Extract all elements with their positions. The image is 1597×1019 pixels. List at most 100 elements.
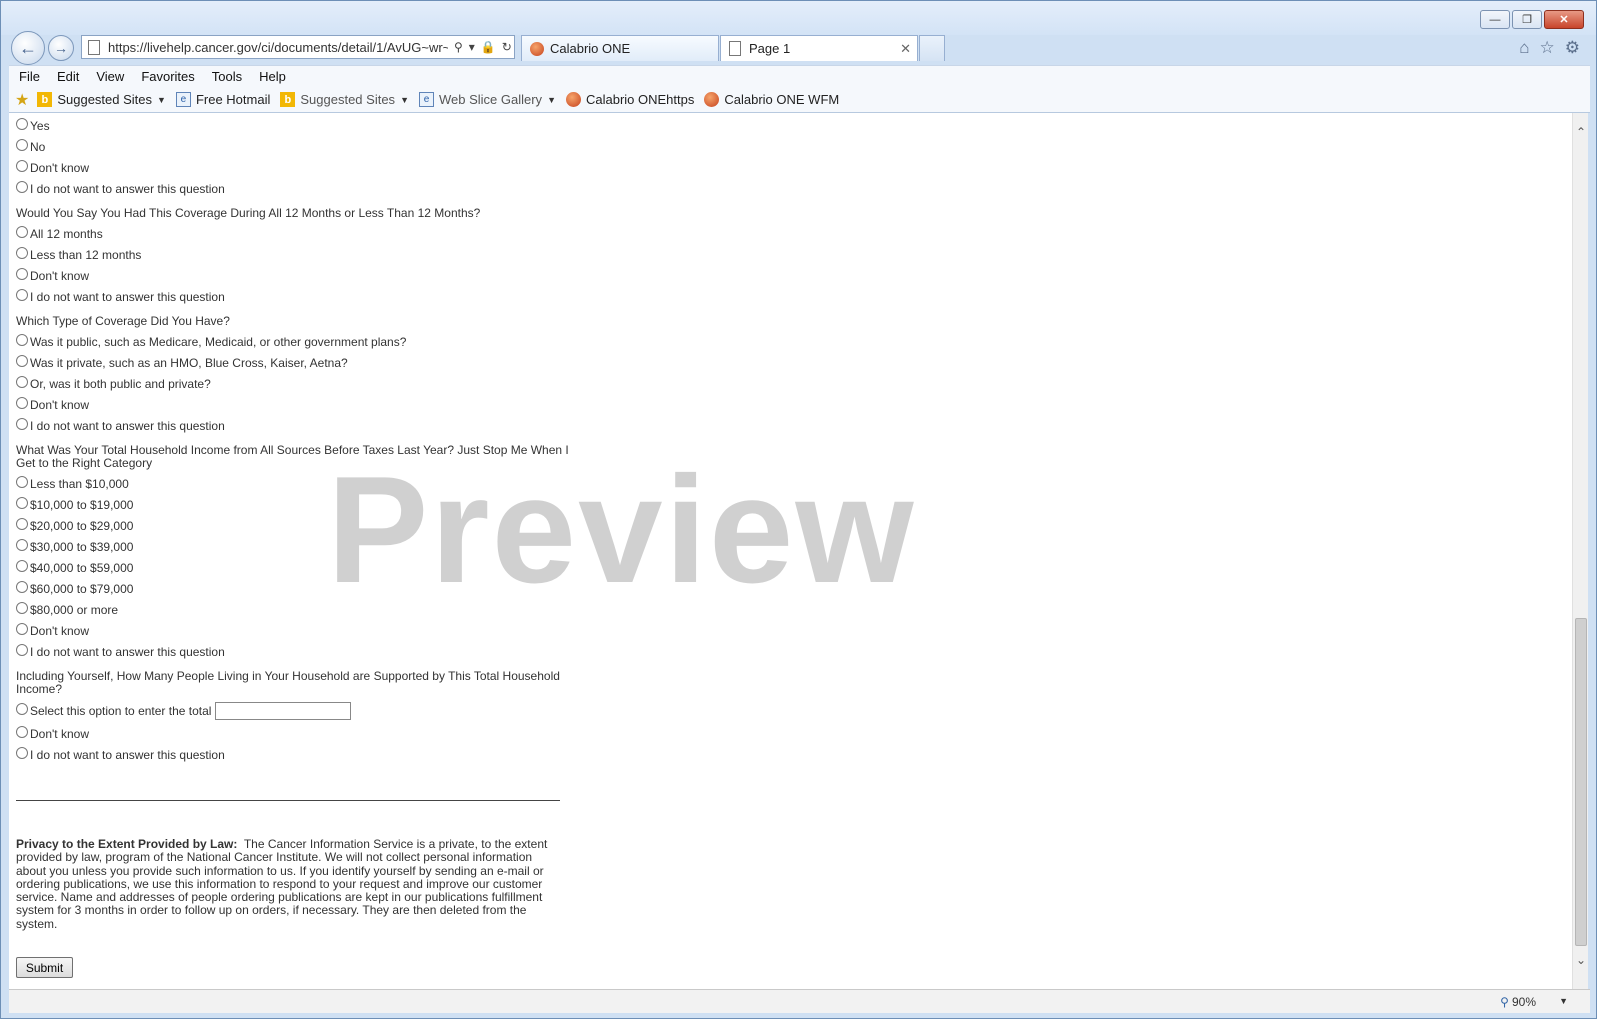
maximize-button[interactable]: ❐ [1512,10,1542,29]
option-row[interactable]: I do not want to answer this question [16,286,576,307]
zoom-control[interactable]: ⚲ 90% [1500,995,1536,1009]
radio-button[interactable] [16,180,28,193]
option-row[interactable]: Was it public, such as Medicare, Medicai… [16,331,576,352]
browser-tools: ⌂ ☆ ⚙ [1519,38,1580,58]
tab-calabrio-one[interactable]: Calabrio ONE [521,35,719,61]
radio-button[interactable] [16,417,28,430]
option-label: Was it public, such as Medicare, Medicai… [30,334,407,349]
add-favorite-star-icon[interactable]: ★ [15,90,29,110]
option-row[interactable]: $20,000 to $29,000 [16,515,576,536]
scroll-down-icon[interactable]: ⌄ [1573,951,1589,969]
option-row[interactable]: Select this option to enter the total [16,699,576,723]
option-row[interactable]: Don't know [16,394,576,415]
fav-suggested-sites[interactable]: b Suggested Sites ▼ [37,92,166,107]
question-label: Including Yourself, How Many People Livi… [16,669,560,696]
radio-button[interactable] [16,496,28,509]
submit-button[interactable]: Submit [16,957,73,979]
option-row[interactable]: $80,000 or more [16,599,576,620]
option-label: Don't know [30,623,89,638]
option-row[interactable]: Or, was it both public and private? [16,373,576,394]
radio-button[interactable] [16,138,28,151]
minimize-button[interactable]: — [1480,10,1510,29]
fav-calabrio-one-https[interactable]: Calabrio ONEhttps [565,92,694,107]
radio-button[interactable] [16,159,28,172]
scrollbar-thumb[interactable] [1575,618,1587,946]
lock-icon[interactable]: 🔒 [481,40,496,54]
privacy-text: The Cancer Information Service is a priv… [16,837,548,931]
option-row[interactable]: Yes [16,115,576,136]
favorites-star-icon[interactable]: ☆ [1540,38,1555,58]
option-row[interactable]: Was it private, such as an HMO, Blue Cro… [16,352,576,373]
radio-button[interactable] [16,246,28,259]
radio-button[interactable] [16,746,28,759]
gear-icon[interactable]: ⚙ [1565,38,1580,58]
radio-button[interactable] [16,703,28,715]
option-row[interactable]: Less than 12 months [16,244,576,265]
option-row[interactable]: $40,000 to $59,000 [16,557,576,578]
menu-file[interactable]: File [19,69,40,84]
fav-label: Suggested Sites [300,92,396,107]
new-tab-button[interactable] [919,35,945,61]
option-row[interactable]: I do not want to answer this question [16,178,576,199]
scroll-up-icon[interactable]: ⌃ [1573,123,1589,141]
status-bar: ⚲ 90% ▼ [9,989,1590,1013]
radio-button[interactable] [16,288,28,301]
fav-free-hotmail[interactable]: e Free Hotmail [175,92,270,107]
radio-button[interactable] [16,580,28,593]
radio-button[interactable] [16,375,28,388]
address-bar[interactable]: https://livehelp.cancer.gov/ci/documents… [81,35,515,59]
close-tab-icon[interactable]: ✕ [900,41,911,57]
fav-calabrio-one-wfm[interactable]: Calabrio ONE WFM [704,92,839,107]
option-row[interactable]: All 12 months [16,223,576,244]
option-row[interactable]: I do not want to answer this question [16,744,576,765]
option-row[interactable]: I do not want to answer this question [16,415,576,436]
dropdown-caret-icon[interactable]: ▾ [469,40,475,54]
option-row[interactable]: $30,000 to $39,000 [16,536,576,557]
option-row[interactable]: $60,000 to $79,000 [16,578,576,599]
forward-arrow-icon[interactable]: → [48,35,74,61]
option-label: All 12 months [30,226,103,241]
radio-button[interactable] [16,354,28,367]
radio-button[interactable] [16,643,28,656]
back-arrow-icon[interactable]: ← [11,31,45,65]
option-row[interactable]: No [16,136,576,157]
option-row[interactable]: Don't know [16,723,576,744]
vertical-scrollbar[interactable]: ⌃ ⌄ [1572,113,1588,989]
menu-view[interactable]: View [96,69,124,84]
option-label: Don't know [30,397,89,412]
menu-edit[interactable]: Edit [57,69,79,84]
radio-button[interactable] [16,559,28,572]
chevron-down-icon[interactable]: ▼ [1559,996,1568,1006]
fav-web-slice-gallery[interactable]: e Web Slice Gallery ▼ [418,92,556,107]
menu-help[interactable]: Help [259,69,286,84]
radio-button[interactable] [16,622,28,635]
radio-button[interactable] [16,475,28,488]
option-row[interactable]: Less than $10,000 [16,473,576,494]
fav-suggested-sites-2[interactable]: b Suggested Sites ▼ [280,92,409,107]
radio-button[interactable] [16,396,28,409]
search-icon[interactable]: ⚲ [454,40,463,54]
radio-button[interactable] [16,725,28,738]
radio-button[interactable] [16,117,28,130]
option-row[interactable]: $10,000 to $19,000 [16,494,576,515]
household-total-input[interactable] [215,702,352,720]
home-icon[interactable]: ⌂ [1519,38,1529,58]
option-label: I do not want to answer this question [30,418,225,433]
refresh-icon[interactable]: ↻ [502,40,512,54]
menu-tools[interactable]: Tools [212,69,242,84]
radio-button[interactable] [16,267,28,280]
radio-button[interactable] [16,517,28,530]
tab-page-1[interactable]: Page 1 ✕ [720,35,918,61]
menu-favorites[interactable]: Favorites [141,69,194,84]
option-row[interactable]: Don't know [16,620,576,641]
address-url[interactable]: https://livehelp.cancer.gov/ci/documents… [108,40,448,55]
radio-button[interactable] [16,538,28,551]
option-row[interactable]: Don't know [16,157,576,178]
close-button[interactable]: ✕ [1544,10,1584,29]
option-row[interactable]: Don't know [16,265,576,286]
radio-button[interactable] [16,225,28,238]
radio-button[interactable] [16,601,28,614]
radio-button[interactable] [16,333,28,346]
option-label: No [30,139,46,154]
option-row[interactable]: I do not want to answer this question [16,641,576,662]
